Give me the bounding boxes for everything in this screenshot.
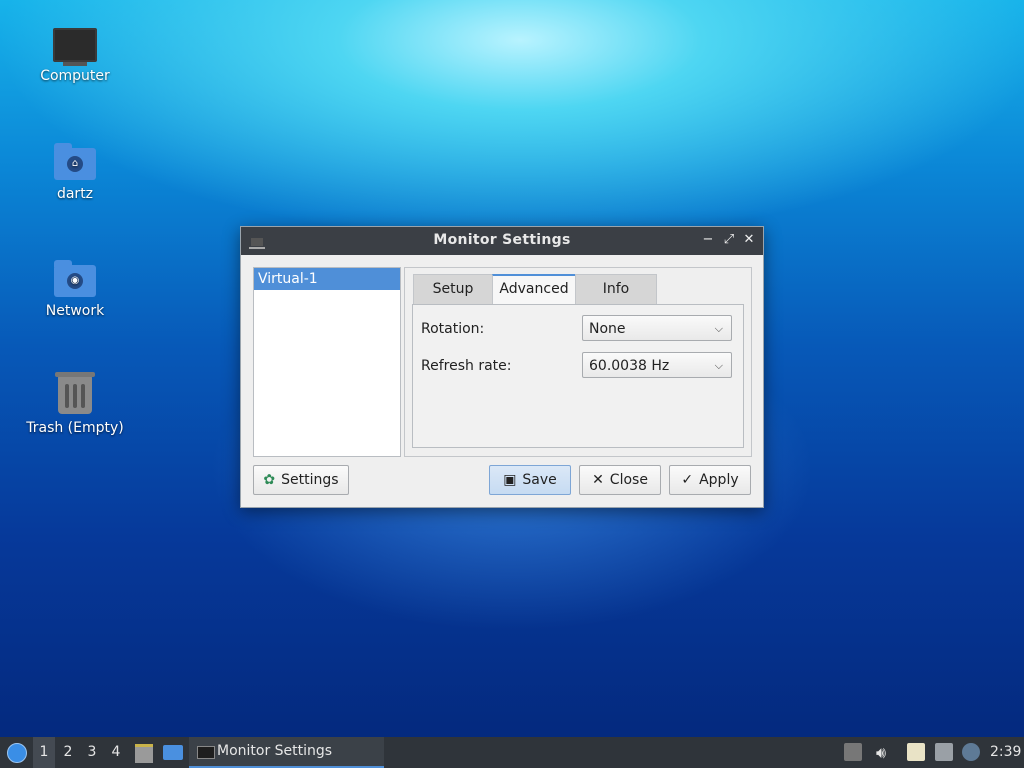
refresh-rate-value: 60.0038 Hz: [589, 358, 670, 374]
settings-button[interactable]: ✿ Settings: [253, 465, 349, 495]
settings-button-label: Settings: [281, 472, 339, 488]
tab-advanced[interactable]: Advanced: [492, 274, 576, 306]
desktop-icon-computer[interactable]: Computer: [20, 22, 130, 84]
update-notifier-icon[interactable]: [962, 743, 980, 761]
desktop-icon-home[interactable]: ⌂ dartz: [20, 140, 130, 202]
floppy-disk-icon: ▣: [503, 472, 517, 488]
workspace-4[interactable]: 4: [105, 737, 127, 768]
network-connection-icon[interactable]: [935, 743, 953, 761]
window-titlebar[interactable]: Monitor Settings − ⤢ ✕: [241, 227, 763, 255]
desktop-icon-label: Network: [45, 303, 105, 319]
monitor-list[interactable]: Virtual-1: [253, 267, 401, 457]
computer-icon: [53, 28, 97, 66]
advanced-tab-content: Rotation: None ⌵ Refresh rate: 60.0038 H…: [412, 304, 744, 448]
globe-icon: ◉: [67, 273, 83, 289]
desktop-icon-trash[interactable]: Trash (Empty): [20, 372, 130, 436]
network-folder-icon: ◉: [54, 260, 96, 297]
chevron-down-icon: ⌵: [714, 359, 723, 372]
lubuntu-logo-icon: [7, 743, 27, 763]
settings-panel: Setup Advanced Info Rotation: None ⌵ Ref…: [404, 267, 752, 457]
desktop-icon: [163, 745, 183, 760]
desktop-icon-network[interactable]: ◉ Network: [20, 257, 130, 319]
eject-icon[interactable]: [844, 743, 862, 761]
window-title: Monitor Settings: [433, 232, 571, 248]
maximize-button[interactable]: ⤢: [720, 231, 738, 249]
settings-icon: ✿: [263, 472, 276, 488]
close-icon: ✕: [592, 472, 604, 488]
rotation-value: None: [589, 321, 626, 337]
checkmark-icon: ✓: [681, 472, 694, 488]
rotation-select[interactable]: None ⌵: [582, 315, 732, 341]
file-manager-icon: [135, 744, 153, 763]
home-folder-icon: ⌂: [54, 143, 96, 180]
desktop-icon-label: Computer: [40, 68, 110, 84]
home-icon: ⌂: [67, 156, 83, 172]
workspace-2[interactable]: 2: [57, 737, 79, 768]
apply-button-label: Apply: [699, 472, 739, 488]
start-menu-button[interactable]: [4, 737, 28, 768]
close-button-label: Close: [609, 472, 648, 488]
volume-icon[interactable]: 🔊︎: [871, 737, 891, 768]
refresh-rate-select[interactable]: 60.0038 Hz ⌵: [582, 352, 732, 378]
show-desktop-button[interactable]: [162, 737, 184, 768]
save-button[interactable]: ▣ Save: [489, 465, 571, 495]
save-button-label: Save: [522, 472, 557, 488]
monitor-list-item[interactable]: Virtual-1: [254, 268, 400, 290]
tab-info[interactable]: Info: [575, 274, 657, 304]
apply-button[interactable]: ✓ Apply: [669, 465, 751, 495]
desktop-icon-label: dartz: [56, 186, 94, 202]
clipboard-icon[interactable]: [907, 743, 925, 761]
task-label: Monitor Settings: [217, 743, 333, 759]
monitor-app-icon: [197, 746, 215, 759]
close-button[interactable]: ✕ Close: [579, 465, 661, 495]
file-manager-launcher[interactable]: [134, 737, 154, 768]
tab-setup[interactable]: Setup: [413, 274, 493, 304]
minimize-button[interactable]: −: [699, 231, 717, 249]
close-window-button[interactable]: ✕: [740, 231, 758, 249]
workspace-3[interactable]: 3: [81, 737, 103, 768]
taskbar-task-monitor-settings[interactable]: Monitor Settings: [189, 737, 384, 768]
rotation-label: Rotation:: [421, 321, 485, 337]
workspace-1[interactable]: 1: [33, 737, 55, 768]
taskbar: 1 2 3 4 Monitor Settings 🔊︎ 2:39: [0, 737, 1024, 768]
desktop-icon-label: Trash (Empty): [26, 420, 124, 436]
trash-icon: [55, 372, 95, 414]
refresh-rate-label: Refresh rate:: [421, 358, 512, 374]
chevron-down-icon: ⌵: [714, 322, 723, 335]
clock[interactable]: 2:39: [990, 737, 1021, 768]
monitor-settings-window: Monitor Settings − ⤢ ✕ Virtual-1 Setup A…: [240, 226, 764, 508]
